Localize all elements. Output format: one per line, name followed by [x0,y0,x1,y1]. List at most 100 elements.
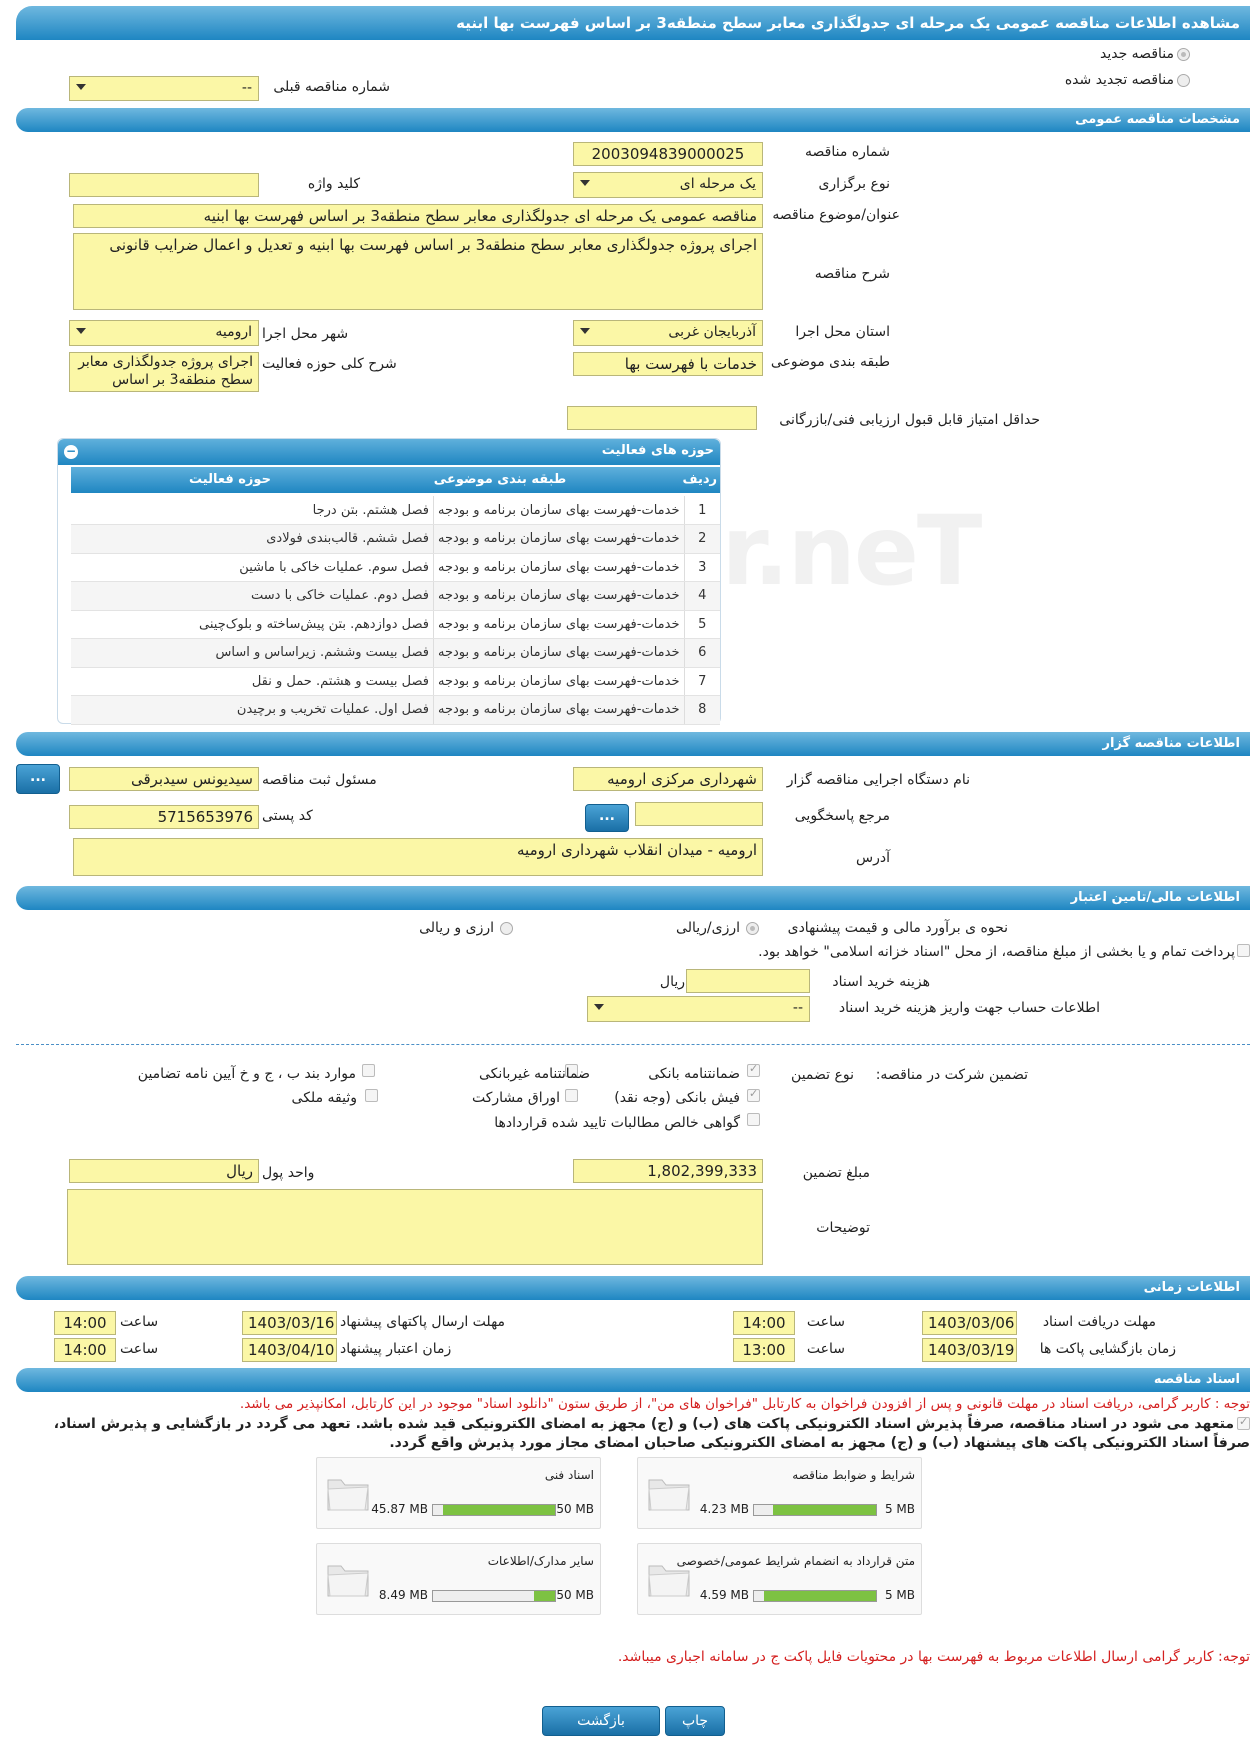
doc-deadline-date[interactable]: 1403/03/06 [922,1311,1017,1335]
send-deadline-time[interactable]: 14:00 [54,1311,116,1335]
prev-number-select[interactable]: -- [69,76,259,101]
file-size: 8.49 MB [378,1588,428,1602]
treasury-checkbox[interactable] [1237,944,1250,957]
new-tender-radio[interactable] [1177,48,1190,61]
resp-field[interactable]: سیدیونس سیدبرقی [69,767,259,791]
validity-time[interactable]: 14:00 [54,1338,116,1362]
number-field[interactable]: 2003094839000025 [573,142,763,166]
commit-checkbox[interactable] [1237,1415,1250,1430]
section-timing: اطلاعات زمانی [16,1276,1250,1300]
activities-table: 1 خدمات-فهرست بهای سازمان برنامه و بودجه ف… [71,496,720,725]
activity-cell: فصل بیست وششم. زیراساس و اساس [71,638,434,668]
resp-select-button[interactable]: ... [16,764,60,794]
property-checkbox[interactable] [365,1089,378,1102]
claims-label: گواهی خالص مطالبات تایید شده قراردادها [494,1115,740,1131]
folder-icon [648,1479,690,1511]
section-finance: اطلاعات مالی/تامین اعتبار [16,886,1250,910]
address-field[interactable]: ارومیه - میدان انقلاب شهرداری ارومیه [73,838,763,876]
file-card[interactable]: شرایط و ضوابط مناقصه 5 MB 4.23 MB [637,1457,922,1529]
bonds-checkbox[interactable] [565,1089,578,1102]
opening-date[interactable]: 1403/03/19 [922,1338,1017,1362]
file-progress [432,1504,556,1516]
keyword-field[interactable] [69,173,259,197]
currency-and-rial-radio[interactable] [500,922,513,935]
property-label: وثیقه ملکی [291,1090,357,1106]
opening-time[interactable]: 13:00 [733,1338,795,1362]
bank-receipt-checkbox[interactable] [747,1087,760,1102]
file-card[interactable]: سایر مدارک/اطلاعات 50 MB 8.49 MB [316,1543,601,1615]
org-field[interactable]: شهرداری مرکزی ارومیه [573,767,763,791]
opening-label: زمان بازگشایی پاکت ها [1039,1341,1176,1357]
chevron-down-icon [580,328,590,334]
back-button[interactable]: بازگشت [542,1706,660,1736]
folder-icon [327,1565,369,1597]
min-score-field[interactable] [567,406,757,430]
notes-field[interactable] [67,1189,763,1265]
keyword-label: کلید واژه [307,176,360,192]
scope-field[interactable]: اجرای پروژه جدولگذاری معابر سطح منطقه3 بر… [69,352,259,392]
file-name: شرایط و ضوابط مناقصه [792,1468,915,1482]
chevron-down-icon [594,1004,604,1010]
bylaw-checkbox[interactable] [362,1064,375,1077]
scope-line-1: اجرای پروژه جدولگذاری معابر [78,354,253,370]
renewed-tender-label: مناقصه تجدید شده [1064,72,1174,88]
currency-rial-radio[interactable] [746,922,759,935]
type-value: یک مرحله ای [679,176,756,192]
province-select[interactable]: آذربایجان غربی [573,320,763,346]
category-cell: خدمات-فهرست بهای سازمان برنامه و بودجه [433,524,684,554]
scope-label: شرح کلی حوزه فعالیت [262,356,397,372]
print-button[interactable]: چاپ [665,1706,725,1736]
currency-label: واحد پول [262,1165,315,1181]
min-score-label: حداقل امتیاز قابل قبول ارزیابی فنی/بازرگ… [779,412,1040,428]
subject-field[interactable]: مناقصه عمومی یک مرحله ای جدولگذاری معابر… [73,204,763,228]
city-label: شهر محل اجرا [262,326,349,342]
doc-cost-field[interactable] [686,969,810,993]
prev-number-label: شماره مناقصه قبلی [273,79,390,95]
currency-field[interactable]: ریال [69,1159,259,1183]
doc-deadline-time[interactable]: 14:00 [733,1311,795,1335]
non-bank-label: ضمانتنامه غیربانکی [478,1066,590,1082]
commit-text-1: متعهد می شود در اسناد مناقصه، صرفاً پذیر… [53,1416,1234,1432]
file-card[interactable]: اسناد فنی 50 MB 45.87 MB [316,1457,601,1529]
account-select[interactable]: -- [587,996,810,1022]
row-number-cell: 7 [683,667,720,696]
activity-cell: فصل سوم. عملیات خاکی با ماشین [71,553,434,582]
new-tender-label: مناقصه جدید [1099,46,1174,62]
type-select[interactable]: یک مرحله ای [573,172,763,198]
file-max: 5 MB [884,1588,915,1602]
row-number-cell: 1 [683,496,720,525]
activities-panel: حوزه های فعالیت − ردیف طبقه بندی موضوعی … [57,438,721,725]
row-number-cell: 5 [683,610,720,639]
section-documents: اسناد مناقصه [16,1368,1250,1392]
collapse-icon[interactable]: − [64,445,78,459]
validity-date[interactable]: 1403/04/10 [242,1338,337,1362]
table-row: 7 خدمات-فهرست بهای سازمان برنامه و بودجه ف… [71,667,720,696]
amount-field[interactable]: 1,802,399,333 [573,1159,763,1183]
file-card[interactable]: متن قرارداد به انضمام شرایط عمومی/خصوصی 5… [637,1543,922,1615]
file-size: 4.59 MB [699,1588,749,1602]
ref-select-button[interactable]: ... [585,804,629,832]
claims-checkbox[interactable] [747,1113,760,1126]
category-cell: خدمات-فهرست بهای سازمان برنامه و بودجه [433,638,684,668]
opening-time-label: ساعت [806,1341,845,1357]
file-progress-fill [534,1591,555,1601]
method-label: نحوه ی برآورد مالی و قیمت پیشنهادی [787,920,1008,936]
bylaw-label: موارد بند ب ، ج و خ آیین نامه تضامین [137,1066,356,1082]
renewed-tender-radio[interactable] [1177,74,1190,87]
ref-field[interactable] [635,802,763,826]
chevron-down-icon [580,180,590,186]
postal-field[interactable]: 5715653976 [69,805,259,829]
city-select[interactable]: ارومیه [69,320,259,346]
category-field[interactable]: خدمات با فهرست بها [573,352,763,376]
send-deadline-label: مهلت ارسال پاکتهای پیشنهاد [340,1314,506,1330]
desc-label: شرح مناقصه [814,266,890,282]
send-deadline-date[interactable]: 1403/03/16 [242,1311,337,1335]
city-value: ارومیه [215,324,252,340]
account-label: اطلاعات حساب جهت واریز هزینه خرید اسناد [838,1000,1100,1016]
bank-guarantee-checkbox[interactable] [747,1062,760,1077]
table-row: 5 خدمات-فهرست بهای سازمان برنامه و بودجه ف… [71,610,720,639]
doc-deadline-label: مهلت دریافت اسناد [1042,1314,1156,1330]
activities-header: حوزه های فعالیت − [58,439,720,465]
desc-field[interactable]: اجرای پروژه جدولگذاری معابر سطح منطقه3 ب… [73,233,763,310]
doc-cost-unit: ریال [659,974,685,990]
